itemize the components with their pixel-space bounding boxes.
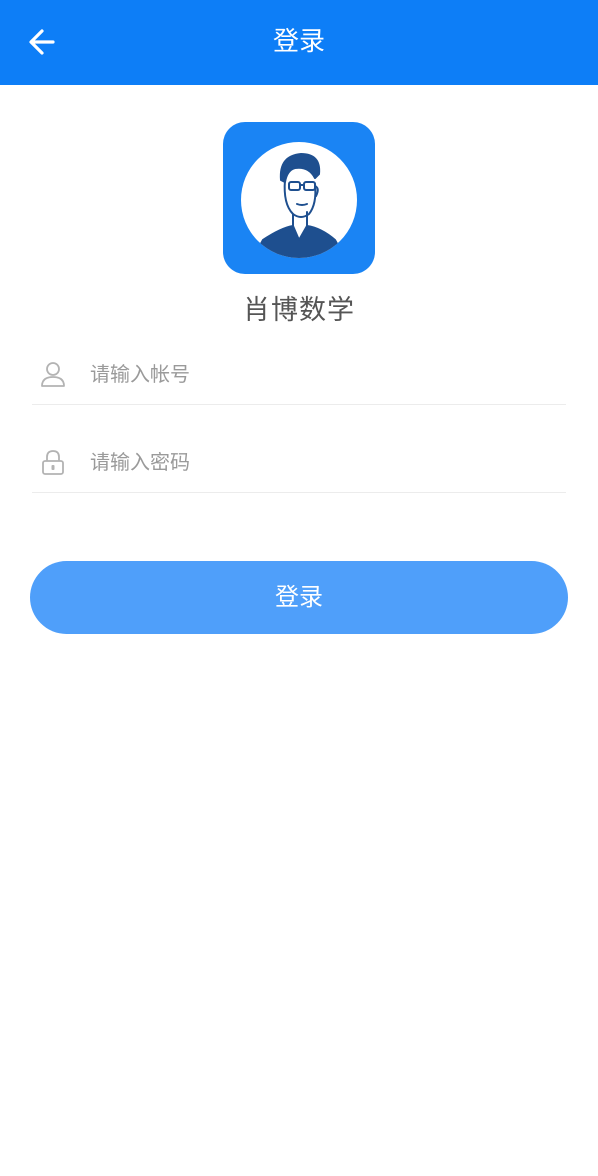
account-field bbox=[32, 346, 566, 405]
account-input[interactable] bbox=[90, 356, 550, 392]
top-bar: 登录 bbox=[0, 0, 598, 85]
app-logo bbox=[223, 122, 375, 274]
teacher-portrait-icon bbox=[241, 142, 357, 258]
lock-icon bbox=[40, 448, 66, 476]
password-input[interactable] bbox=[90, 444, 550, 480]
app-name: 肖博数学 bbox=[243, 295, 355, 326]
user-icon bbox=[40, 360, 66, 388]
password-field bbox=[32, 434, 566, 493]
page-title: 登录 bbox=[272, 27, 325, 57]
login-button[interactable]: 登录 bbox=[30, 561, 568, 634]
